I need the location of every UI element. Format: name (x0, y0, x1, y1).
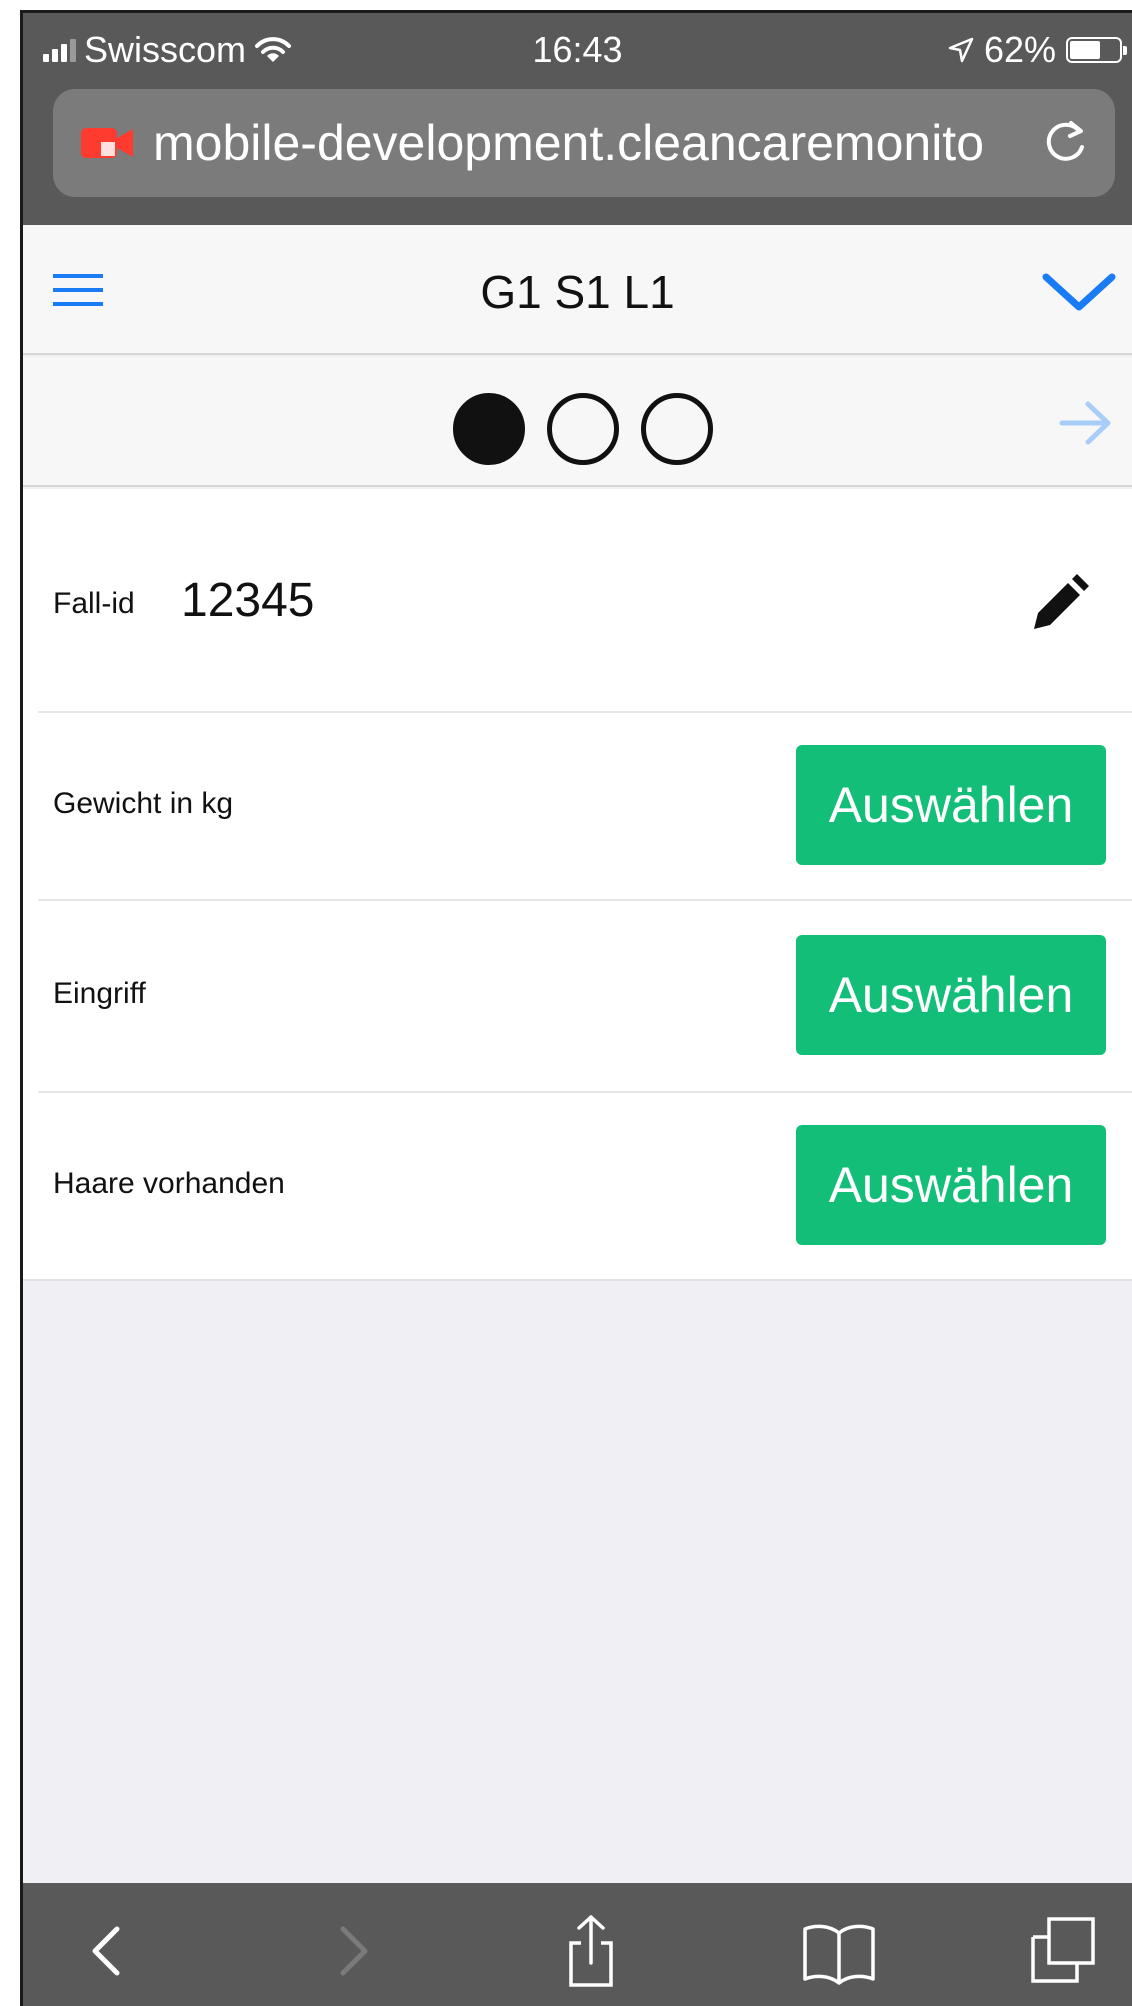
browser-chrome: Swisscom 16:43 62% mobile-development.cl… (23, 13, 1132, 225)
step-dot-3 (641, 393, 713, 465)
bookmarks-icon[interactable] (799, 1911, 879, 1991)
field-label: Haare vorhanden (53, 1167, 285, 1200)
url-bar[interactable]: mobile-development.cleancaremonito (53, 89, 1115, 197)
camera-icon (81, 128, 133, 158)
forward-icon[interactable] (313, 1911, 393, 1991)
location-arrow-icon (948, 37, 974, 63)
field-label: Gewicht in kg (53, 787, 234, 820)
list-item: Gewicht in kg Auswählen (23, 713, 1132, 899)
status-right: 62% (948, 29, 1127, 71)
phone-screen: Swisscom 16:43 62% mobile-development.cl… (20, 10, 1132, 2006)
battery-percent: 62% (983, 29, 1056, 70)
pencil-edit-icon[interactable] (1024, 571, 1092, 639)
list-item: Haare vorhanden Auswählen (23, 1093, 1132, 1279)
battery-icon (1066, 37, 1127, 63)
browser-toolbar (23, 1883, 1132, 2006)
arrow-right-icon[interactable] (1058, 399, 1114, 447)
reload-icon[interactable] (1037, 115, 1093, 171)
field-label: Eingriff (53, 977, 146, 1010)
status-bar: Swisscom 16:43 62% (23, 13, 1132, 83)
tabs-icon[interactable] (1023, 1911, 1103, 1991)
list-item: Eingriff Auswählen (23, 901, 1132, 1091)
case-id-row: Fall-id 12345 (23, 489, 1132, 711)
select-hair-button[interactable]: Auswählen (796, 1125, 1106, 1245)
back-icon[interactable] (67, 1911, 147, 1991)
share-icon[interactable] (551, 1911, 631, 1991)
step-indicator-bar (23, 357, 1132, 487)
url-text[interactable]: mobile-development.cleancaremonito (153, 114, 1023, 172)
select-weight-button[interactable]: Auswählen (796, 745, 1106, 865)
step-dots (453, 393, 713, 465)
chevron-down-icon[interactable] (1040, 269, 1118, 315)
app-header: G1 S1 L1 (23, 225, 1132, 355)
select-procedure-button[interactable]: Auswählen (796, 935, 1106, 1055)
page-title: G1 S1 L1 (480, 266, 675, 318)
step-dot-1 (453, 393, 525, 465)
case-id-value: 12345 (181, 574, 315, 627)
step-dot-2 (547, 393, 619, 465)
case-id-label: Fall-id (53, 587, 135, 620)
form-card: Fall-id 12345 Gewicht in kg Auswählen Ei… (23, 489, 1132, 1281)
